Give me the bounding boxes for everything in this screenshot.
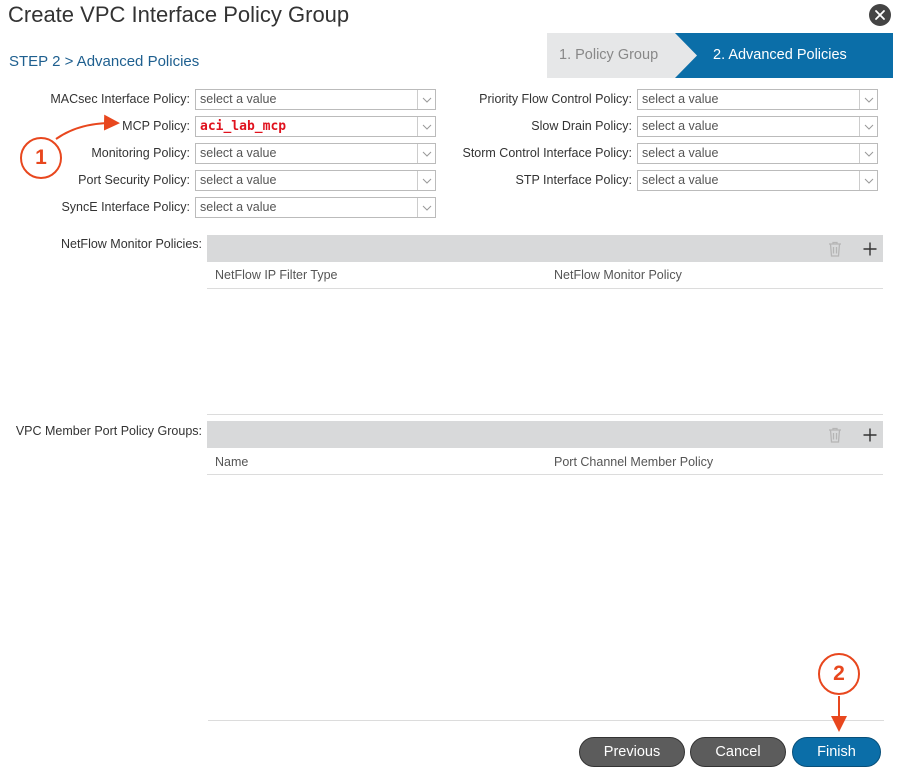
vpc-member-section-label: VPC Member Port Policy Groups:: [15, 424, 202, 438]
stp-policy-label: STP Interface Policy:: [515, 173, 633, 187]
macsec-policy-select[interactable]: select a value: [195, 89, 436, 110]
divider: [207, 414, 883, 415]
trash-icon[interactable]: [824, 421, 846, 448]
pfc-policy-value: select a value: [642, 92, 719, 106]
port-security-policy-select[interactable]: select a value: [195, 170, 436, 191]
chevron-down-icon: [417, 117, 435, 136]
wizard-step-advanced-policies[interactable]: 2. Advanced Policies: [675, 33, 893, 78]
slow-drain-policy-label: Slow Drain Policy:: [531, 119, 632, 133]
chevron-down-icon: [859, 144, 877, 163]
wizard-step-policy-group[interactable]: 1. Policy Group: [547, 33, 697, 78]
monitoring-policy-value: select a value: [200, 146, 277, 160]
slow-drain-policy-value: select a value: [642, 119, 719, 133]
pfc-policy-label: Priority Flow Control Policy:: [479, 92, 632, 106]
chevron-down-icon: [417, 198, 435, 217]
plus-icon[interactable]: [859, 421, 881, 448]
chevron-down-icon: [859, 171, 877, 190]
divider: [207, 288, 883, 289]
chevron-down-icon: [417, 144, 435, 163]
netflow-col-monitor-policy[interactable]: NetFlow Monitor Policy: [554, 268, 682, 282]
footer-divider: [208, 720, 884, 721]
synce-policy-label: SyncE Interface Policy:: [61, 200, 190, 214]
plus-icon[interactable]: [859, 235, 881, 262]
vpc-member-col-name[interactable]: Name: [215, 455, 248, 469]
chevron-down-icon: [859, 117, 877, 136]
storm-control-policy-value: select a value: [642, 146, 719, 160]
netflow-section-label: NetFlow Monitor Policies:: [60, 237, 202, 251]
stp-policy-select[interactable]: select a value: [637, 170, 878, 191]
divider: [207, 474, 883, 475]
monitoring-policy-select[interactable]: select a value: [195, 143, 436, 164]
dialog-title: Create VPC Interface Policy Group: [8, 2, 350, 27]
callout-1: 1: [20, 137, 62, 179]
wizard-steps: 1. Policy Group 2. Advanced Policies: [547, 33, 893, 78]
mcp-policy-label: MCP Policy:: [122, 119, 190, 133]
netflow-toolbar: [207, 235, 883, 262]
trash-icon[interactable]: [824, 235, 846, 262]
step-heading: STEP 2 > Advanced Policies: [9, 53, 200, 70]
chevron-down-icon: [417, 171, 435, 190]
callout-2: 2: [818, 653, 860, 695]
close-button[interactable]: [869, 4, 891, 26]
mcp-policy-value: aci_lab_mcp: [200, 119, 287, 134]
synce-policy-value: select a value: [200, 200, 277, 214]
pfc-policy-select[interactable]: select a value: [637, 89, 878, 110]
stp-policy-value: select a value: [642, 173, 719, 187]
slow-drain-policy-select[interactable]: select a value: [637, 116, 878, 137]
vpc-member-col-port-channel[interactable]: Port Channel Member Policy: [554, 455, 713, 469]
synce-policy-select[interactable]: select a value: [195, 197, 436, 218]
vpc-member-toolbar: [207, 421, 883, 448]
storm-control-policy-select[interactable]: select a value: [637, 143, 878, 164]
close-icon: [875, 10, 885, 20]
port-security-policy-value: select a value: [200, 173, 277, 187]
finish-button[interactable]: Finish: [792, 737, 881, 767]
chevron-down-icon: [417, 90, 435, 109]
cancel-button[interactable]: Cancel: [690, 737, 786, 767]
previous-button[interactable]: Previous: [579, 737, 685, 767]
chevron-down-icon: [859, 90, 877, 109]
mcp-policy-select[interactable]: aci_lab_mcp: [195, 116, 436, 137]
storm-control-policy-label: Storm Control Interface Policy:: [462, 146, 632, 160]
macsec-policy-value: select a value: [200, 92, 277, 106]
netflow-col-filter-type[interactable]: NetFlow IP Filter Type: [215, 268, 338, 282]
macsec-policy-label: MACsec Interface Policy:: [50, 92, 190, 106]
